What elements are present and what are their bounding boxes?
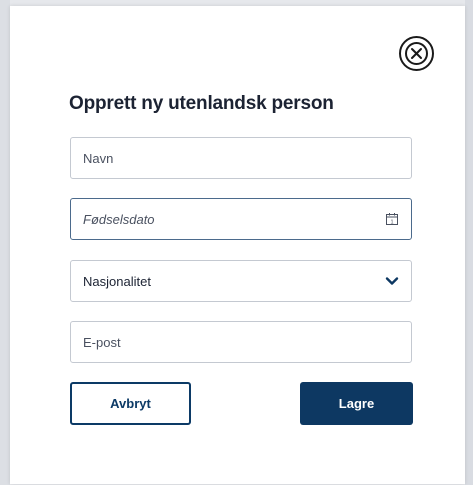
birthdate-placeholder: Fødselsdato — [83, 211, 155, 227]
create-person-dialog: Opprett ny utenlandsk person Navn Fødsel… — [10, 6, 465, 484]
chevron-down-icon[interactable] — [385, 276, 399, 286]
backdrop-right — [465, 0, 473, 485]
close-button[interactable] — [399, 36, 434, 71]
cancel-button[interactable]: Avbryt — [70, 382, 191, 425]
nationality-select[interactable]: Nasjonalitet — [70, 260, 412, 302]
email-placeholder: E-post — [83, 334, 121, 350]
calendar-icon-day: 1 — [390, 219, 393, 225]
birthdate-field[interactable]: Fødselsdato 1 — [70, 198, 412, 240]
name-placeholder: Navn — [83, 150, 114, 166]
backdrop — [0, 0, 10, 485]
nationality-value: Nasjonalitet — [83, 273, 151, 289]
email-field[interactable]: E-post — [70, 321, 412, 363]
name-field[interactable]: Navn — [70, 137, 412, 179]
dialog-title: Opprett ny utenlandsk person — [69, 93, 334, 114]
calendar-icon[interactable]: 1 — [385, 212, 399, 226]
save-button[interactable]: Lagre — [300, 382, 413, 425]
close-icon — [405, 42, 428, 65]
